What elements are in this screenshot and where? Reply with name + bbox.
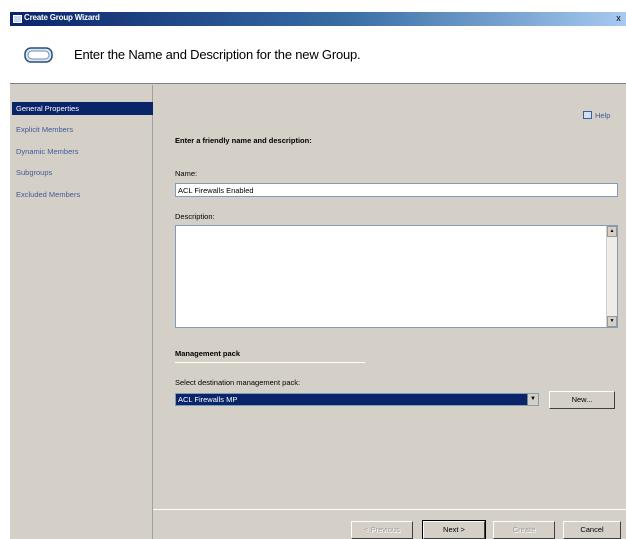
help-label: Help: [595, 111, 611, 120]
footer-divider: [153, 509, 626, 510]
sidebar-item-explicit-members[interactable]: Explicit Members: [12, 123, 153, 136]
create-button[interactable]: Create: [493, 521, 555, 539]
help-icon: [583, 111, 592, 119]
group-icon: [24, 47, 53, 63]
previous-button[interactable]: < Previous: [351, 521, 413, 539]
description-label: Description:: [175, 212, 215, 221]
sidebar-item-general-properties[interactable]: General Properties: [12, 102, 153, 115]
wizard-app-icon: [13, 15, 22, 23]
new-mp-button[interactable]: New...: [549, 391, 615, 409]
management-pack-dropdown[interactable]: ACL Firewalls MP ▼: [175, 393, 539, 406]
section-title-management-pack: Management pack: [175, 349, 241, 358]
sidebar-item-excluded-members[interactable]: Excluded Members: [12, 188, 153, 201]
name-input[interactable]: [175, 183, 618, 197]
create-group-wizard-window: Create Group Wizard x Enter the Name and…: [10, 12, 626, 539]
title-bar[interactable]: Create Group Wizard x: [10, 12, 626, 26]
mp-selected-value: ACL Firewalls MP: [178, 395, 238, 404]
description-textarea[interactable]: ▲ ▼: [175, 225, 618, 328]
sidebar-item-dynamic-members[interactable]: Dynamic Members: [12, 145, 153, 158]
name-label: Name:: [175, 169, 198, 178]
page-title: Enter the Name and Description for the n…: [74, 47, 361, 62]
next-button[interactable]: Next >: [422, 520, 486, 539]
scroll-up-arrow-icon[interactable]: ▲: [607, 226, 617, 237]
wizard-header: Enter the Name and Description for the n…: [10, 26, 626, 84]
sidebar-item-subgroups[interactable]: Subgroups: [12, 166, 153, 179]
mp-select-label: Select destination management pack:: [175, 378, 301, 387]
wizard-steps-sidebar: General Properties Explicit Members Dyna…: [10, 85, 153, 539]
section-divider: [175, 362, 365, 363]
close-button[interactable]: x: [613, 13, 624, 24]
window-title: Create Group Wizard: [24, 13, 100, 22]
section-title-name-description: Enter a friendly name and description:: [175, 136, 312, 145]
chevron-down-icon[interactable]: ▼: [527, 394, 538, 405]
description-scrollbar[interactable]: ▲ ▼: [606, 226, 617, 327]
scroll-down-arrow-icon[interactable]: ▼: [607, 316, 617, 327]
cancel-button[interactable]: Cancel: [563, 521, 621, 539]
wizard-content: Help Enter a friendly name and descripti…: [153, 85, 626, 539]
help-link[interactable]: Help: [583, 111, 610, 120]
